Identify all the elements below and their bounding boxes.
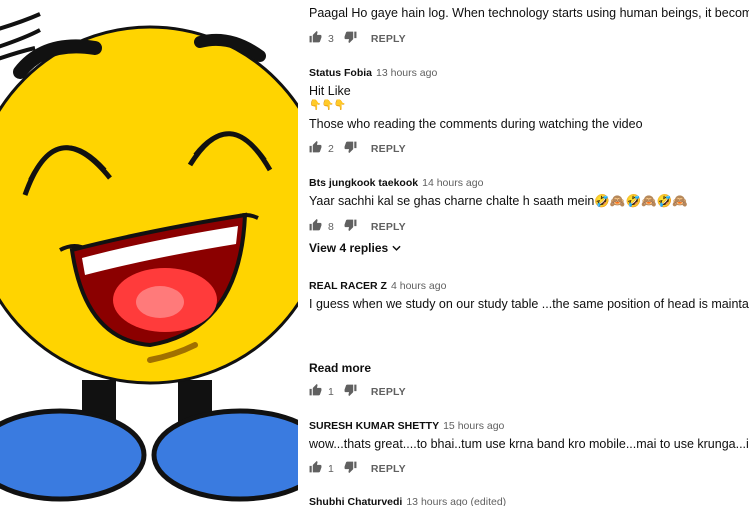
reply-button[interactable]: REPLY [371,33,406,45]
comment-author[interactable]: Status Fobia [309,67,372,79]
like-count: 1 [328,385,334,398]
comment-text: Those who reading the comments during wa… [309,117,643,131]
thumbs-down-icon[interactable] [344,141,357,156]
reply-button[interactable]: REPLY [371,386,406,398]
like-count: 3 [328,32,334,45]
read-more-label: Read more [309,361,372,375]
comment-actions: 8 REPLY [309,219,406,234]
comment-timestamp[interactable]: 13 hours ago [376,67,437,79]
thumbs-down-icon[interactable] [344,219,357,234]
comments-panel: Paagal Ho gaye hain log. When technology… [298,0,749,506]
thumbs-down-icon[interactable] [344,384,357,399]
like-count: 1 [328,462,334,475]
comment-timestamp[interactable]: 15 hours ago [443,420,504,432]
comment-author[interactable]: REAL RACER Z [309,280,387,292]
thumbs-up-icon[interactable] [309,384,322,399]
reply-button[interactable]: REPLY [371,463,406,475]
comment-actions: 1 REPLY [309,384,406,399]
thumbs-down-icon[interactable] [344,461,357,476]
view-replies-toggle[interactable]: View 4 replies [309,241,401,255]
comment-timestamp[interactable]: 13 hours ago (edited) [406,496,506,506]
comment-author[interactable]: Bts jungkook taekook [309,177,418,189]
reply-button[interactable]: REPLY [371,221,406,233]
comment-author[interactable]: SURESH KUMAR SHETTY [309,420,439,432]
thumbs-up-icon[interactable] [309,31,322,46]
comment-text: I guess when we study on our study table… [309,297,749,311]
comment-author[interactable]: Shubhi Chaturvedi [309,496,402,506]
read-more-link[interactable]: Read more [309,361,371,375]
view-replies-label: View 4 replies [309,241,389,255]
thumbs-up-icon[interactable] [309,141,322,156]
like-count: 8 [328,220,334,233]
reply-button[interactable]: REPLY [371,143,406,155]
comment-text: Hit Like [309,84,351,98]
comment-header: REAL RACER Z 4 hours ago [309,278,446,292]
like-count: 2 [328,142,334,155]
laughing-emoji-image [0,12,298,502]
comment-header: Status Fobia 13 hours ago [309,65,437,79]
thumbs-up-icon[interactable] [309,461,322,476]
comment-text: Yaar sachhi kal se ghas charne chalte h … [309,194,688,208]
comment-actions: 2 REPLY [309,141,406,156]
emoji-artwork [0,0,298,506]
comment-timestamp[interactable]: 14 hours ago [422,177,483,189]
thumbs-up-icon[interactable] [309,219,322,234]
comment-header: Shubhi Chaturvedi 13 hours ago (edited) [309,494,506,506]
comment-actions: 1 REPLY [309,461,406,476]
chevron-down-icon [392,241,401,255]
comment-header: SURESH KUMAR SHETTY 15 hours ago [309,418,504,432]
comment-text: Paagal Ho gaye hain log. When technology… [309,6,749,20]
comment-timestamp[interactable]: 4 hours ago [391,280,446,292]
comment-text: 👇👇👇 [309,100,347,111]
comment-text: wow...thats great....to bhai..tum use kr… [309,437,749,451]
comment-header: Bts jungkook taekook 14 hours ago [309,175,483,189]
thumbs-down-icon[interactable] [344,31,357,46]
comment-actions: 3 REPLY [309,31,406,46]
